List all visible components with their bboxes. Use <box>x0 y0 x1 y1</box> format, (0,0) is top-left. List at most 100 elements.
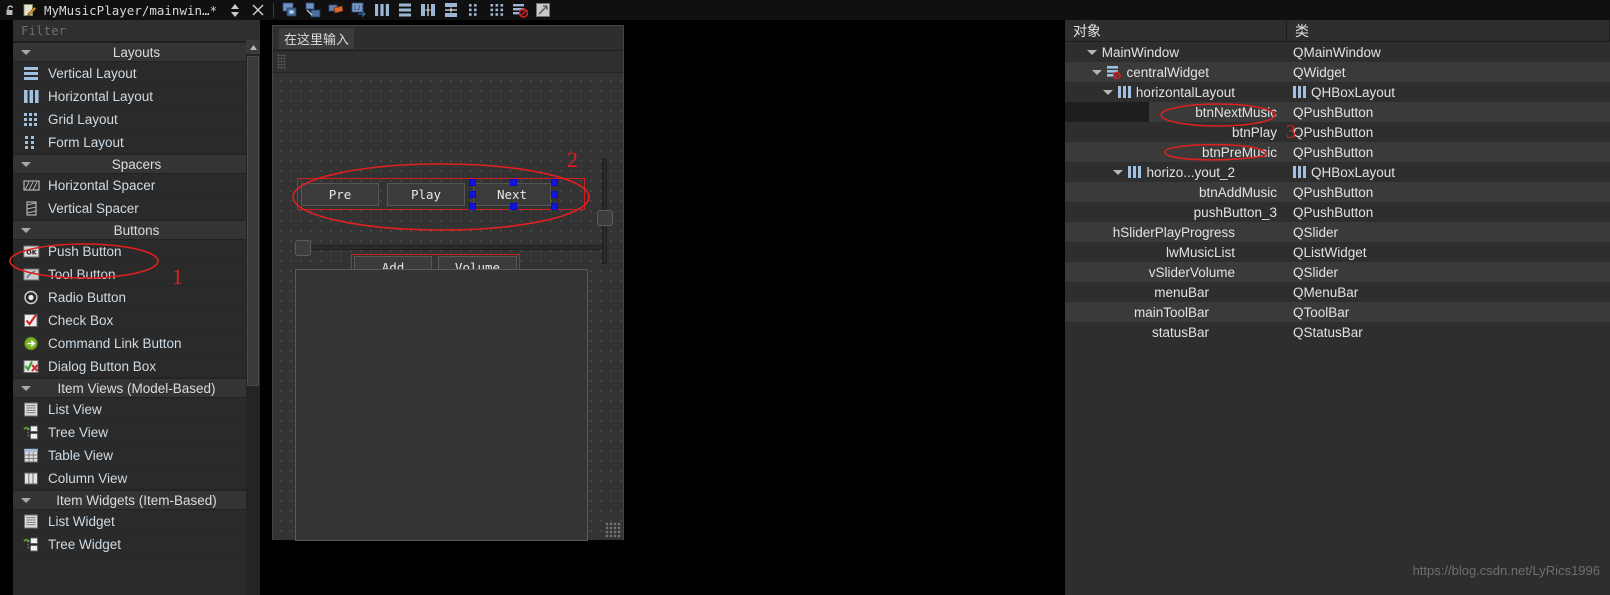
widget-item-check-box[interactable]: Check Box <box>13 309 260 332</box>
object-tree-row[interactable]: btnPreMusic QPushButton <box>1065 142 1610 162</box>
object-inspector[interactable]: 对象 类 MainWindow QMainWindow centralWidge… <box>1065 20 1610 595</box>
menubar-placeholder-entry[interactable]: 在这里输入 <box>279 27 355 49</box>
scrollbar-thumb[interactable] <box>247 56 259 386</box>
chevron-down-icon[interactable] <box>1113 169 1124 175</box>
object-name-cell[interactable]: menuBar <box>1065 285 1287 300</box>
widget-item-horizontal-layout[interactable]: Horizontal Layout <box>13 85 260 108</box>
form-slider-volume[interactable] <box>596 156 614 266</box>
object-name-cell[interactable]: hSliderPlayProgress <box>1065 225 1287 240</box>
object-name-cell[interactable]: pushButton_3 <box>1065 205 1287 220</box>
edit-signals-slots-button[interactable] <box>301 1 324 20</box>
chevron-down-icon[interactable] <box>1092 69 1103 75</box>
break-layout-button[interactable] <box>508 1 531 20</box>
widget-item-push-button[interactable]: OK Push Button <box>13 240 260 263</box>
object-name-cell[interactable]: mainToolBar <box>1065 305 1287 320</box>
object-tree-row[interactable]: horizo...yout_2 QHBoxLayout <box>1065 162 1610 182</box>
object-name-cell[interactable]: vSliderVolume <box>1065 265 1287 280</box>
selection-handle-bottom-center[interactable] <box>510 203 517 210</box>
widget-group-header[interactable]: Spacers <box>13 154 260 174</box>
object-tree-row[interactable]: menuBar QMenuBar <box>1065 282 1610 302</box>
layout-form-button[interactable] <box>462 1 485 20</box>
object-tree-row[interactable]: MainWindow QMainWindow <box>1065 42 1610 62</box>
form-button-play[interactable]: Play <box>387 183 465 206</box>
layout-horizontally-button[interactable] <box>370 1 393 20</box>
widget-list-scrollbar[interactable] <box>246 40 260 595</box>
layout-vertically-button[interactable] <box>393 1 416 20</box>
edit-pencil-icon[interactable] <box>20 1 40 19</box>
object-tree-row[interactable]: btnPlay QPushButton <box>1065 122 1610 142</box>
object-tree-row[interactable]: hSliderPlayProgress QSlider <box>1065 222 1610 242</box>
toolbar-drag-grip[interactable] <box>277 53 286 70</box>
scroll-up-arrow-icon[interactable] <box>246 40 260 54</box>
spin-updown-button[interactable] <box>223 1 246 20</box>
widget-item-tree-view[interactable]: Tree View <box>13 421 260 444</box>
class-name-cell[interactable]: QPushButton <box>1287 145 1610 160</box>
object-tree-row[interactable]: pushButton_3 QPushButton <box>1065 202 1610 222</box>
object-name-cell[interactable]: horizo...yout_2 <box>1065 165 1287 180</box>
adjust-size-button[interactable] <box>531 1 554 20</box>
slider-handle[interactable] <box>295 240 311 256</box>
selection-handle-mid-left[interactable] <box>469 191 476 198</box>
widget-item-dialog-button-box[interactable]: Dialog Button Box <box>13 355 260 378</box>
close-button[interactable] <box>246 1 269 20</box>
widget-item-tree-widget[interactable]: Tree Widget <box>13 533 260 556</box>
widget-item-list-widget[interactable]: List Widget <box>13 510 260 533</box>
form-menubar[interactable]: 在这里输入 <box>273 26 623 51</box>
widget-item-radio-button[interactable]: Radio Button <box>13 286 260 309</box>
widget-group-header[interactable]: Layouts <box>13 42 260 62</box>
widget-item-grid-layout[interactable]: Grid Layout <box>13 108 260 131</box>
form-resize-grip[interactable] <box>605 522 621 538</box>
class-name-cell[interactable]: QToolBar <box>1287 305 1610 320</box>
column-header-class[interactable]: 类 <box>1287 20 1610 41</box>
object-inspector-tree[interactable]: MainWindow QMainWindow centralWidget QWi… <box>1065 42 1610 342</box>
widget-group-header[interactable]: Buttons <box>13 220 260 240</box>
widget-item-vertical-spacer[interactable]: Vertical Spacer <box>13 197 260 220</box>
object-tree-row[interactable]: centralWidget QWidget <box>1065 62 1610 82</box>
class-name-cell[interactable]: QWidget <box>1287 65 1610 80</box>
selection-handle-top-center[interactable] <box>510 179 517 186</box>
form-toolbar[interactable] <box>273 51 623 73</box>
object-name-cell[interactable]: lwMusicList <box>1065 245 1287 260</box>
layout-splitter-vertical-button[interactable] <box>439 1 462 20</box>
widget-group-header[interactable]: Item Views (Model-Based) <box>13 378 260 398</box>
class-name-cell[interactable]: QPushButton <box>1287 105 1610 120</box>
form-editor[interactable]: 在这里输入 Pre Play Next Add Volume 2 <box>272 25 624 541</box>
object-name-cell[interactable]: MainWindow <box>1065 45 1287 60</box>
selection-handle-bottom-left[interactable] <box>469 203 476 210</box>
widget-list[interactable]: Layouts Vertical Layout Horizontal Layou… <box>13 42 260 595</box>
form-canvas[interactable]: Pre Play Next Add Volume 2 <box>273 73 623 541</box>
class-name-cell[interactable]: QPushButton <box>1287 185 1610 200</box>
class-name-cell[interactable]: QStatusBar <box>1287 325 1610 340</box>
object-name-cell[interactable]: statusBar <box>1065 325 1287 340</box>
widget-item-vertical-layout[interactable]: Vertical Layout <box>13 62 260 85</box>
slider-handle[interactable] <box>597 210 613 226</box>
object-name-cell[interactable]: centralWidget <box>1065 65 1287 80</box>
class-name-cell[interactable]: QMenuBar <box>1287 285 1610 300</box>
widget-item-column-view[interactable]: Column View <box>13 467 260 490</box>
class-name-cell[interactable]: QSlider <box>1287 225 1610 240</box>
class-name-cell[interactable]: QListWidget <box>1287 245 1610 260</box>
object-tree-row[interactable]: horizontalLayout QHBoxLayout <box>1065 82 1610 102</box>
layout-grid-button[interactable] <box>485 1 508 20</box>
widget-item-command-link-button[interactable]: Command Link Button <box>13 332 260 355</box>
widget-group-header[interactable]: Item Widgets (Item-Based) <box>13 490 260 510</box>
object-name-cell[interactable]: btnPlay <box>1065 125 1287 140</box>
edit-tab-order-button[interactable]: 123 <box>347 1 370 20</box>
object-tree-row[interactable]: statusBar QStatusBar <box>1065 322 1610 342</box>
lock-open-icon[interactable] <box>0 1 20 19</box>
object-name-cell[interactable]: btnNextMusic <box>1065 105 1287 120</box>
filter-field-container[interactable]: Filter <box>13 20 260 42</box>
column-header-object[interactable]: 对象 <box>1065 20 1287 41</box>
widget-item-list-view[interactable]: List View <box>13 398 260 421</box>
selection-handle-mid-right[interactable] <box>551 191 558 198</box>
class-name-cell[interactable]: QMainWindow <box>1287 45 1610 60</box>
chevron-down-icon[interactable] <box>1086 49 1097 55</box>
edit-buddies-button[interactable] <box>324 1 347 20</box>
chevron-down-icon[interactable] <box>1102 89 1113 95</box>
object-tree-row[interactable]: lwMusicList QListWidget <box>1065 242 1610 262</box>
class-name-cell[interactable]: QHBoxLayout <box>1287 165 1610 180</box>
form-button-pre[interactable]: Pre <box>301 183 379 206</box>
object-tree-row[interactable]: mainToolBar QToolBar <box>1065 302 1610 322</box>
class-name-cell[interactable]: QHBoxLayout <box>1287 85 1610 100</box>
class-name-cell[interactable]: QPushButton <box>1287 125 1610 140</box>
